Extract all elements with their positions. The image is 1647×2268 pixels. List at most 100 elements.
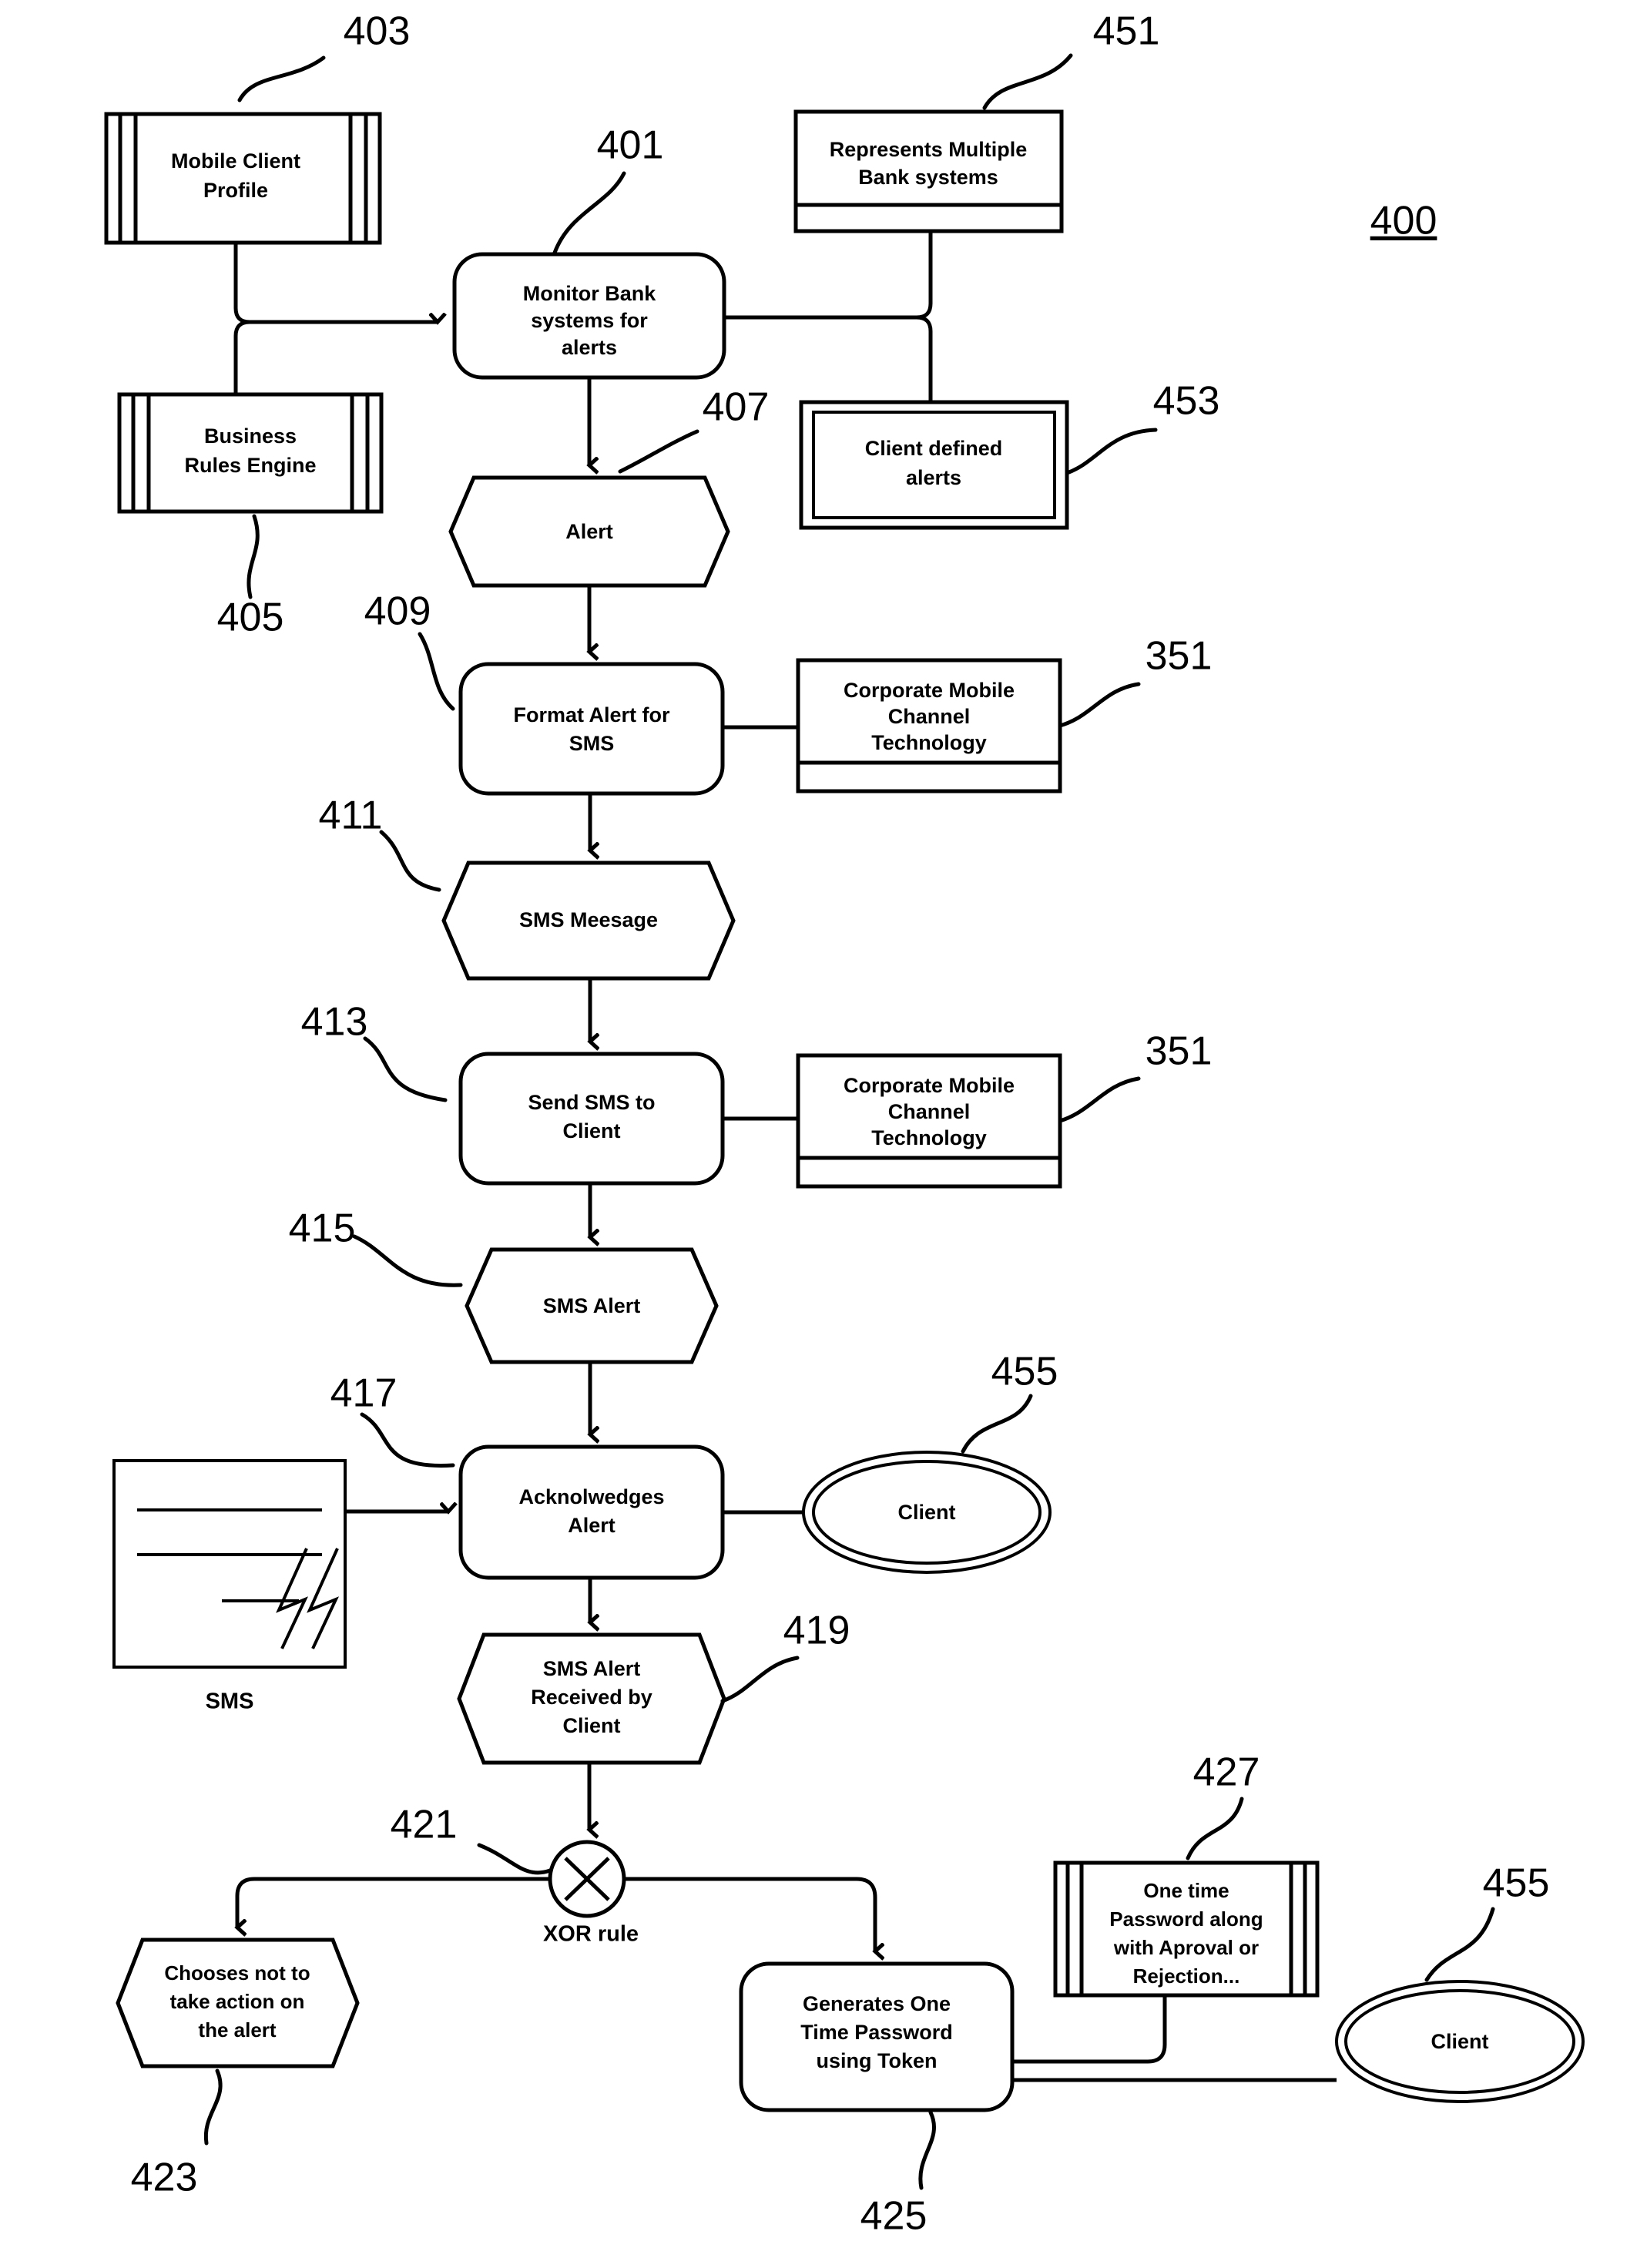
represents-bank-systems-label-line2: Bank systems	[858, 166, 998, 189]
node-corporate-mobile-channel-technology-1[interactable]: Corporate Mobile Channel Technology	[796, 658, 1062, 793]
sms-device-caption: SMS	[206, 1689, 254, 1714]
leader-line-417	[360, 1412, 455, 1468]
sms-device-icon	[112, 1459, 347, 1669]
ref-number-425: 425	[860, 2194, 927, 2239]
leader-line-405	[247, 514, 260, 599]
leader-line-351-top	[1058, 682, 1141, 728]
node-corporate-mobile-channel-technology-2[interactable]: Corporate Mobile Channel Technology	[796, 1053, 1062, 1189]
format-alert-label-line1: Format Alert for	[513, 703, 670, 726]
ref-number-427: 427	[1193, 1750, 1260, 1795]
ref-number-351-top: 351	[1146, 634, 1213, 679]
chooses-not-label-line3: the alert	[198, 2018, 276, 2042]
monitor-bank-systems-label-line2: systems for	[531, 309, 648, 332]
otp-note-label-line1: One time	[1143, 1879, 1229, 1902]
otp-note-label-line3: with Aproval or	[1113, 1936, 1259, 1959]
monitor-bank-systems-label-line1: Monitor Bank	[523, 282, 656, 305]
business-rules-engine-label-line1: Business	[204, 424, 297, 448]
ref-number-419: 419	[783, 1609, 850, 1653]
cmct-2-label-line1: Corporate Mobile	[844, 1074, 1015, 1097]
alert-label: Alert	[565, 520, 613, 543]
sms-alert-received-label-line3: Client	[562, 1714, 620, 1737]
node-client-defined-alerts[interactable]: Client defined alerts	[799, 400, 1069, 530]
mobile-client-profile-label-line2: Profile	[203, 179, 268, 202]
leader-line-401	[552, 171, 626, 255]
cmct-1-label-line2: Channel	[888, 705, 971, 728]
generates-otp-label-line1: Generates One	[803, 1992, 951, 2015]
ref-number-455-top: 455	[991, 1350, 1058, 1394]
leader-line-451	[982, 53, 1073, 110]
cmct-2-label-line3: Technology	[871, 1126, 987, 1149]
leader-line-455-bottom	[1424, 1907, 1495, 1982]
monitor-bank-systems-label-line3: alerts	[562, 336, 617, 359]
ref-number-411: 411	[319, 793, 383, 838]
leader-line-453	[1065, 428, 1158, 475]
connector-generates-otp-to-note	[1012, 1997, 1167, 2064]
ref-number-423: 423	[131, 2156, 198, 2200]
chooses-not-label-line2: take action on	[170, 1990, 305, 2013]
otp-note-label-line4: Rejection...	[1133, 1964, 1240, 1988]
sms-alert-received-label-line2: Received by	[531, 1686, 652, 1709]
node-sms-alert[interactable]: SMS Alert	[465, 1247, 719, 1364]
chooses-not-label-line1: Chooses not to	[164, 1961, 310, 1984]
node-send-sms-to-client[interactable]: Send SMS to Client	[458, 1052, 725, 1186]
figure-number-400: 400	[1370, 199, 1437, 243]
connector-monitor-to-client-alerts	[916, 315, 933, 402]
generates-otp-label-line3: using Token	[816, 2049, 937, 2072]
node-generates-one-time-password[interactable]: Generates One Time Password using Token	[739, 1961, 1015, 2112]
represents-bank-systems-label-line1: Represents Multiple	[830, 138, 1028, 161]
ref-number-407: 407	[703, 385, 770, 430]
leader-line-427	[1186, 1797, 1244, 1860]
leader-line-351-bottom	[1058, 1076, 1141, 1123]
leader-line-423	[203, 2068, 223, 2146]
leader-line-413	[363, 1036, 448, 1102]
acknowledges-alert-label-line2: Alert	[568, 1514, 616, 1537]
ref-number-455-bottom: 455	[1483, 1861, 1550, 1906]
ref-number-401: 401	[597, 123, 664, 168]
ref-number-409: 409	[364, 589, 431, 634]
cmct-1-label-line3: Technology	[871, 731, 987, 754]
send-sms-label-line2: Client	[562, 1119, 620, 1142]
cmct-1-label-line1: Corporate Mobile	[844, 679, 1015, 702]
node-acknowledges-alert[interactable]: Acknolwedges Alert	[458, 1444, 725, 1580]
connector-monitor-to-bank-systems	[724, 231, 933, 320]
ref-number-421: 421	[391, 1803, 458, 1847]
node-xor-gateway[interactable]	[548, 1840, 626, 1918]
node-monitor-bank-systems[interactable]: Monitor Bank systems for alerts	[452, 252, 726, 380]
connector-rules-to-monitor	[233, 320, 250, 394]
node-client-top[interactable]: Client	[802, 1451, 1052, 1574]
patent-figure-400: 400 Mobile Client Profile 403 Business R…	[0, 0, 1647, 2268]
leader-line-415	[352, 1234, 463, 1287]
ref-number-413: 413	[301, 1000, 368, 1045]
ref-number-451: 451	[1093, 9, 1160, 54]
client-defined-alerts-label-line2: alerts	[906, 466, 961, 489]
leader-line-411	[379, 830, 441, 892]
node-sms-message[interactable]: SMS Meesage	[441, 861, 736, 981]
ref-number-415: 415	[289, 1206, 356, 1251]
send-sms-label-line1: Send SMS to	[528, 1091, 655, 1114]
leader-line-419	[720, 1656, 800, 1703]
leader-line-403	[237, 55, 326, 102]
leader-line-455-top	[961, 1394, 1033, 1454]
node-format-alert-for-sms[interactable]: Format Alert for SMS	[458, 662, 725, 796]
sms-alert-label: SMS Alert	[543, 1294, 641, 1317]
node-mobile-client-profile[interactable]: Mobile Client Profile	[104, 112, 382, 245]
client-defined-alerts-label-line1: Client defined	[865, 437, 1003, 460]
node-alert[interactable]: Alert	[448, 475, 730, 588]
connector-xor-to-chooses-not	[237, 1877, 550, 1927]
node-one-time-password-note[interactable]: One time Password along with Aproval or …	[1053, 1860, 1320, 1998]
business-rules-engine-label-line2: Rules Engine	[184, 454, 316, 477]
sms-message-label: SMS Meesage	[519, 908, 658, 931]
connector-profile-to-monitor	[233, 243, 438, 322]
node-client-bottom[interactable]: Client	[1335, 1980, 1585, 2103]
leader-line-425	[918, 2110, 936, 2190]
node-business-rules-engine[interactable]: Business Rules Engine	[117, 392, 384, 514]
ref-number-351-bottom: 351	[1146, 1029, 1213, 1074]
ref-number-417: 417	[330, 1371, 397, 1416]
ref-number-405: 405	[217, 596, 284, 640]
node-sms-alert-received-by-client[interactable]: SMS Alert Received by Client	[457, 1632, 726, 1765]
ref-number-403: 403	[344, 9, 411, 54]
leader-line-421	[477, 1843, 552, 1875]
node-represents-multiple-bank-systems[interactable]: Represents Multiple Bank systems	[793, 109, 1064, 233]
node-chooses-not-to-take-action[interactable]: Chooses not to take action on the alert	[116, 1938, 360, 2068]
otp-note-label-line2: Password along	[1109, 1907, 1263, 1931]
